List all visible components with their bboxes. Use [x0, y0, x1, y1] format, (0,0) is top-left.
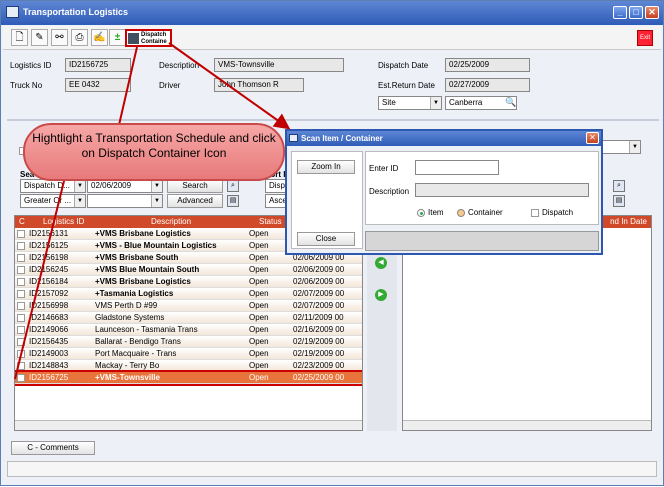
arrow-to-button — [118, 46, 138, 126]
app-window: Transportation Logistics _ □ ✕ 🗋 ✎ ⚯ ⎙ ✍… — [0, 0, 664, 486]
instruction-callout: Hightlight a Transportation Schedule and… — [23, 123, 285, 181]
arrow-to-dialog — [168, 42, 291, 130]
arrow-to-row — [14, 176, 66, 380]
annotation-arrows — [14, 42, 291, 380]
